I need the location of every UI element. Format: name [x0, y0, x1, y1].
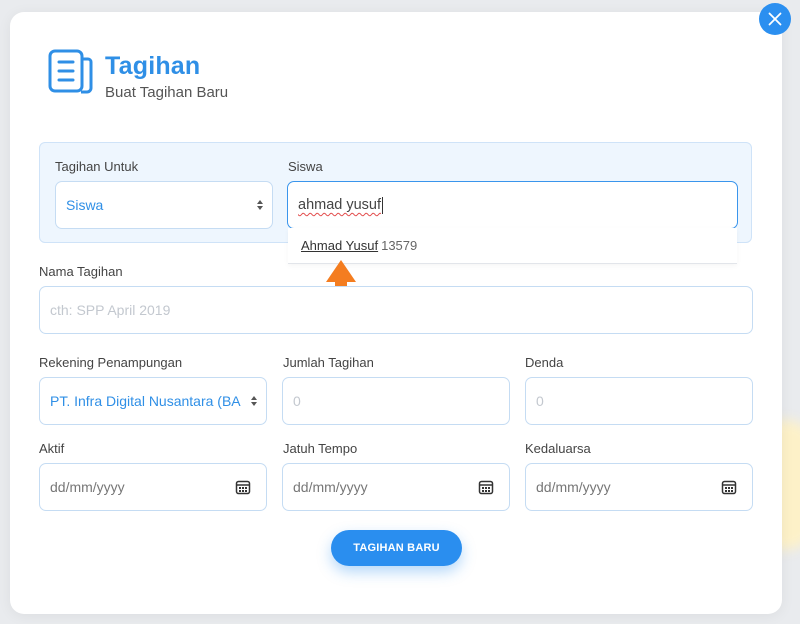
aktif-label: Aktif — [39, 441, 65, 456]
nama-tagihan-placeholder: cth: SPP April 2019 — [50, 302, 171, 318]
rekening-label: Rekening Penampungan — [39, 355, 183, 370]
student-suggestion-list: Ahmad Yusuf 13579 — [288, 228, 737, 264]
jatuh-tempo-label: Jatuh Tempo — [283, 441, 358, 456]
denda-placeholder: 0 — [536, 393, 544, 409]
siswa-label: Siswa — [288, 159, 323, 174]
suggestion-name: Ahmad Yusuf — [301, 238, 379, 253]
jatuh-tempo-placeholder: dd/mm/yyyy — [293, 479, 368, 495]
chevron-updown-icon — [257, 200, 263, 210]
denda-input[interactable]: 0 — [525, 377, 753, 425]
calendar-icon[interactable] — [478, 479, 494, 495]
kedaluarsa-placeholder: dd/mm/yyyy — [536, 479, 611, 495]
nama-tagihan-input[interactable]: cth: SPP April 2019 — [39, 286, 753, 334]
siswa-input[interactable]: ahmad yusuf — [287, 181, 738, 229]
calendar-icon[interactable] — [721, 479, 737, 495]
aktif-date-input[interactable]: dd/mm/yyyy — [39, 463, 267, 511]
jumlah-label: Jumlah Tagihan — [283, 355, 374, 370]
suggestion-item[interactable]: Ahmad Yusuf 13579 — [301, 238, 417, 253]
aktif-placeholder: dd/mm/yyyy — [50, 479, 125, 495]
tagihan-untuk-value: Siswa — [66, 197, 104, 213]
tagihan-untuk-label: Tagihan Untuk — [55, 159, 139, 174]
jumlah-input[interactable]: 0 — [282, 377, 510, 425]
page-subtitle: Buat Tagihan Baru — [105, 84, 229, 101]
chevron-updown-icon — [251, 396, 257, 406]
tagihan-untuk-select[interactable]: Siswa — [55, 181, 273, 229]
calendar-icon[interactable] — [235, 479, 251, 495]
close-button[interactable] — [759, 3, 791, 35]
kedaluarsa-date-input[interactable]: dd/mm/yyyy — [525, 463, 753, 511]
rekening-select[interactable]: PT. Infra Digital Nusantara (BA — [39, 377, 267, 425]
rekening-value: PT. Infra Digital Nusantara (BA — [50, 393, 241, 409]
close-icon — [768, 12, 782, 26]
nama-tagihan-label: Nama Tagihan — [39, 264, 123, 279]
submit-bill-button[interactable]: TAGIHAN BARU — [331, 530, 462, 566]
denda-label: Denda — [525, 355, 564, 370]
kedaluarsa-label: Kedaluarsa — [525, 441, 591, 456]
text-cursor — [382, 196, 384, 214]
create-bill-modal: Tagihan Buat Tagihan Baru Tagihan Untuk … — [10, 12, 782, 614]
siswa-input-value: ahmad yusuf — [298, 197, 382, 213]
document-icon — [48, 49, 93, 94]
suggestion-nis: 13579 — [381, 238, 418, 253]
page-title: Tagihan — [105, 52, 201, 80]
jumlah-placeholder: 0 — [293, 393, 301, 409]
jatuh-tempo-date-input[interactable]: dd/mm/yyyy — [282, 463, 510, 511]
